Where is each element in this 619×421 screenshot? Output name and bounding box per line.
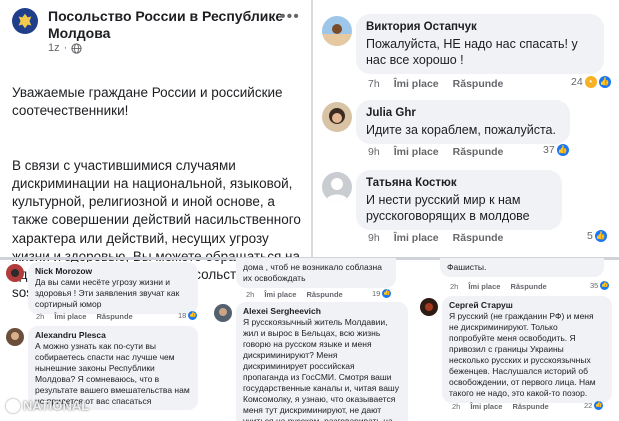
like-icon: 👍 [598, 76, 611, 88]
reaction-number: 19 [372, 289, 381, 298]
comment-time[interactable]: 2h [36, 312, 44, 321]
comment-actions: 2h Îmi place Răspunde [36, 312, 133, 321]
reply-button[interactable]: Răspunde [453, 78, 504, 90]
comment-bubble: Alexei Sergheevich Я русскоязычный жител… [236, 302, 408, 421]
comment-time[interactable]: 2h [452, 402, 460, 411]
avatar[interactable] [420, 298, 438, 316]
reaction-count[interactable]: 19 👍 [372, 289, 392, 298]
reply-button[interactable]: Răspunde [510, 282, 546, 291]
like-button[interactable]: Îmi place [394, 146, 439, 158]
comment-time[interactable]: 7h [368, 78, 380, 90]
like-button[interactable]: Îmi place [468, 282, 500, 291]
like-icon: 👍 [382, 289, 392, 298]
comment-actions: 2h Îmi place Răspunde [450, 282, 547, 291]
comment-bubble: Татьяна Костюк И нести русский мир к нам… [356, 170, 562, 230]
like-icon: 👍 [594, 230, 607, 242]
commenter-name[interactable]: Alexei Sergheevich [243, 306, 401, 317]
comment-text: И нести русский мир к нам русскоговорящи… [366, 193, 530, 223]
like-icon: 👍 [600, 281, 610, 290]
reaction-number: 35 [590, 281, 599, 290]
commenter-name[interactable]: Татьяна Костюк [366, 176, 552, 190]
comment-text: Фашисты. [447, 262, 487, 272]
reply-button[interactable]: Răspunde [512, 402, 548, 411]
reaction-count[interactable]: 18 👍 [178, 311, 198, 320]
reply-button[interactable]: Răspunde [453, 232, 504, 244]
embassy-avatar[interactable] [12, 8, 38, 34]
comment-text: Да вы сами несёте угрозу жизни и здоровь… [35, 277, 180, 309]
reaction-number: 22 [584, 401, 593, 410]
like-button[interactable]: Îmi place [54, 312, 86, 321]
comment-actions: 2h Îmi place Răspunde [452, 402, 549, 411]
comment-actions: 9h Îmi place Răspunde [368, 146, 503, 158]
comment-bubble: Julia Ghr Идите за кораблем, пожалуйста. [356, 100, 570, 144]
comment-text: Пожалуйста, НЕ надо нас спасать! у нас в… [366, 37, 578, 67]
comment-bubble: Nick Morozow Да вы сами несёте угрозу жи… [28, 262, 198, 314]
reaction-number: 37 [543, 144, 555, 156]
like-button[interactable]: Îmi place [264, 290, 296, 299]
avatar[interactable] [6, 264, 24, 282]
emblem-icon [18, 13, 32, 29]
post-meta: 1z · [48, 42, 82, 54]
avatar[interactable] [322, 102, 352, 132]
watermark: NATIONAL [6, 398, 89, 413]
like-button[interactable]: Îmi place [470, 402, 502, 411]
watermark-text: NATIONAL [23, 398, 90, 413]
reaction-count[interactable]: 37 👍 [543, 144, 569, 156]
page-name[interactable]: Посольство России в Республике Молдова [48, 8, 288, 42]
comment-bubble-fragment: Фашисты. [440, 258, 604, 277]
commenter-name[interactable]: Nick Morozow [35, 266, 191, 277]
comment-text: Я русский (не гражданин РФ) и меня не ди… [449, 311, 596, 398]
comment-actions: 2h Îmi place Răspunde [246, 290, 343, 299]
avatar[interactable] [322, 16, 352, 46]
avatar[interactable] [6, 328, 24, 346]
like-icon: 👍 [556, 144, 569, 156]
reaction-count[interactable]: 35 👍 [590, 281, 610, 290]
comment-time[interactable]: 2h [450, 282, 458, 291]
comment-text: Я русскоязычный житель Молдавии, жил и в… [243, 317, 399, 421]
reaction-number: 18 [178, 311, 187, 320]
comment-actions: 7h Îmi place Răspunde [368, 78, 503, 90]
comment-time[interactable]: 9h [368, 146, 380, 158]
commenter-name[interactable]: Alexandru Plesca [35, 330, 191, 341]
avatar[interactable] [322, 172, 352, 202]
reaction-count[interactable]: 24 • 👍 [571, 76, 611, 88]
commenter-name[interactable]: Сергей Старуш [449, 300, 605, 311]
wow-icon: • [584, 76, 597, 88]
comment-time[interactable]: 2h [246, 290, 254, 299]
watermark-logo-icon [6, 398, 20, 413]
avatar[interactable] [214, 304, 232, 322]
comment-text: дома , чтоб не возникало соблазна их осв… [243, 262, 382, 283]
post-time[interactable]: 1z [48, 42, 60, 54]
like-icon: 👍 [188, 311, 198, 320]
comment-time[interactable]: 9h [368, 232, 380, 244]
reaction-count[interactable]: 5 👍 [587, 230, 607, 242]
reply-button[interactable]: Răspunde [306, 290, 342, 299]
commenter-name[interactable]: Julia Ghr [366, 106, 560, 120]
post-paragraph: Уважаемые граждане России и российские с… [12, 85, 283, 119]
reaction-number: 24 [571, 76, 583, 88]
comment-text: Идите за кораблем, пожалуйста. [366, 123, 556, 137]
globe-icon [71, 42, 82, 54]
commenter-name[interactable]: Виктория Остапчук [366, 20, 594, 34]
reply-button[interactable]: Răspunde [96, 312, 132, 321]
reply-button[interactable]: Răspunde [453, 146, 504, 158]
reaction-count[interactable]: 22 👍 [584, 401, 604, 410]
reaction-number: 5 [587, 230, 593, 242]
like-icon: 👍 [594, 401, 604, 410]
comment-actions: 9h Îmi place Răspunde [368, 232, 503, 244]
column-divider [311, 0, 313, 258]
comment-bubble: Виктория Остапчук Пожалуйста, НЕ надо на… [356, 14, 604, 74]
like-button[interactable]: Îmi place [394, 78, 439, 90]
comment-bubble: Сергей Старуш Я русский (не гражданин РФ… [442, 296, 612, 403]
like-button[interactable]: Îmi place [394, 232, 439, 244]
comment-bubble-fragment: дома , чтоб не возникало соблазна их осв… [236, 258, 396, 288]
more-dots-icon[interactable]: ••• [280, 8, 300, 26]
